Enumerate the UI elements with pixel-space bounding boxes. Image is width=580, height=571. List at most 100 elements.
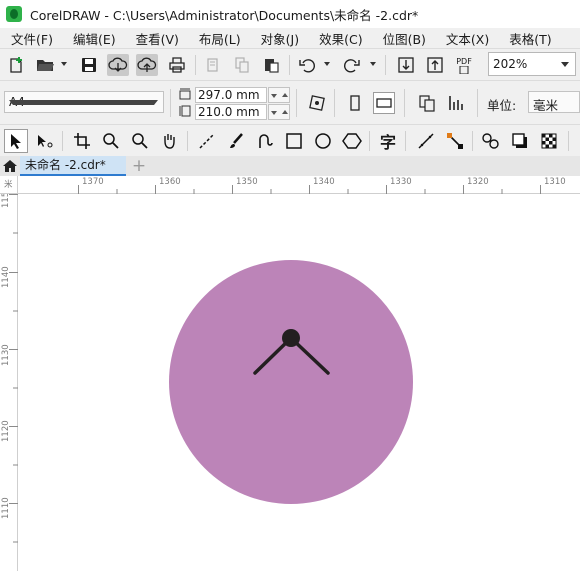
page-width-icon (179, 88, 191, 100)
landscape-button[interactable] (373, 92, 395, 114)
cloud-download-icon (108, 57, 128, 72)
export-button[interactable] (424, 54, 446, 76)
portrait-button[interactable] (344, 92, 366, 114)
toolbar-separator (195, 55, 196, 75)
artistic-media-tool[interactable] (224, 129, 248, 153)
units-select[interactable]: 毫米 (528, 91, 580, 113)
transparency-tool[interactable] (537, 129, 561, 153)
menu-text[interactable]: 文本(X) (435, 29, 489, 48)
page-height-input[interactable]: 210.0 mm (195, 104, 267, 120)
page-width-input[interactable]: 297.0 mm (195, 87, 267, 103)
chevron-down-icon (9, 100, 158, 105)
pan-tool[interactable] (157, 129, 181, 153)
new-document-button[interactable] (5, 54, 27, 76)
page-options-button[interactable] (306, 92, 328, 114)
cloud-download-button[interactable] (107, 54, 129, 76)
ruler-unit-label: 米 (4, 180, 13, 190)
menu-layout[interactable]: 布局(L) (188, 29, 241, 48)
menu-view[interactable]: 查看(V) (125, 29, 179, 48)
save-icon (82, 58, 96, 72)
zoom-dropdown-arrow-icon[interactable] (561, 62, 569, 67)
dimension-tool[interactable] (414, 129, 438, 153)
toolbar-separator (334, 89, 335, 117)
toolbar-separator (187, 131, 188, 151)
brush-icon (230, 133, 243, 148)
redo-dropdown-arrow-icon[interactable] (370, 62, 376, 66)
drawing-canvas[interactable] (19, 195, 580, 571)
cloud-upload-icon (137, 57, 157, 72)
menu-object[interactable]: 对象(J) (250, 29, 299, 48)
toolbar-separator (170, 89, 171, 117)
cloud-upload-button[interactable] (136, 54, 158, 76)
landscape-icon (376, 98, 392, 108)
zoom-out-tool[interactable] (128, 129, 152, 153)
print-button[interactable] (166, 54, 188, 76)
blend-tool[interactable] (479, 129, 503, 153)
ruler-origin-corner[interactable]: 米 (0, 176, 18, 194)
menu-table[interactable]: 表格(T) (498, 29, 551, 48)
horizontal-ruler[interactable]: 1370 1360 1350 1340 1330 1320 1310 (0, 176, 580, 194)
add-tab-button[interactable]: + (128, 156, 150, 176)
import-button[interactable] (395, 54, 417, 76)
redo-button[interactable] (341, 54, 363, 76)
open-dropdown-arrow-icon[interactable] (61, 62, 67, 66)
connector-tool[interactable] (443, 129, 467, 153)
ruler-label: 115 (1, 191, 11, 208)
vertical-ruler[interactable]: 115 1140 1130 1120 1110 (0, 176, 18, 571)
new-document-icon (10, 57, 22, 73)
toolbar-separator (477, 89, 478, 117)
page-width-spinner[interactable] (268, 87, 290, 103)
freehand-tool[interactable] (195, 129, 219, 153)
pdf-label: PDF (456, 56, 472, 66)
page-size-select[interactable]: A4 (4, 91, 164, 113)
toolbar-separator (369, 131, 370, 151)
ruler-label: 1130 (1, 344, 11, 366)
purple-circle-shape[interactable] (169, 260, 413, 504)
polygon-icon (342, 133, 362, 149)
undo-button[interactable] (296, 54, 318, 76)
title-bar: CorelDRAW - C:\Users\Administrator\Docum… (0, 0, 580, 28)
copy-button[interactable] (231, 54, 253, 76)
cut-button[interactable] (202, 54, 224, 76)
menu-file[interactable]: 文件(F) (0, 29, 53, 48)
units-label: 单位: (487, 98, 517, 113)
shape-tool[interactable] (33, 129, 57, 153)
tab-document[interactable]: 未命名 -2.cdr* (20, 156, 126, 176)
ruler-label: 1320 (467, 177, 489, 187)
menu-effects[interactable]: 效果(C) (308, 29, 362, 48)
publish-pdf-button[interactable]: PDF (453, 54, 475, 76)
undo-dropdown-arrow-icon[interactable] (324, 62, 330, 66)
pen-tool[interactable] (253, 129, 277, 153)
paste-icon (265, 59, 279, 73)
open-button[interactable] (34, 54, 56, 76)
drop-shadow-tool[interactable] (508, 129, 532, 153)
ellipse-tool[interactable] (311, 129, 335, 153)
save-button[interactable] (78, 54, 100, 76)
toolbar-separator (289, 55, 290, 75)
polygon-tool[interactable] (340, 129, 364, 153)
menu-bar: 文件(F) 编辑(E) 查看(V) 布局(L) 对象(J) 效果(C) 位图(B… (0, 28, 580, 48)
zoom-tool[interactable] (99, 129, 123, 153)
property-bar: A4 297.0 mm 210.0 mm 单位: 毫米 (0, 80, 580, 124)
clock-center-dot[interactable] (282, 329, 300, 347)
rectangle-tool[interactable] (282, 129, 306, 153)
ruler-label: 1330 (390, 177, 412, 187)
ruler-label: 1120 (1, 420, 11, 442)
page-height-spinner[interactable] (268, 104, 290, 120)
menu-edit[interactable]: 编辑(E) (62, 29, 116, 48)
transparency-icon (541, 133, 557, 149)
current-page-button[interactable] (445, 92, 467, 114)
text-tool[interactable]: 字 (376, 129, 400, 153)
paste-button[interactable] (260, 54, 282, 76)
pick-tool[interactable] (4, 129, 28, 153)
menu-bitmaps[interactable]: 位图(B) (372, 29, 426, 48)
toolbar-separator (472, 131, 473, 151)
pdf-icon (459, 65, 469, 74)
crop-icon (74, 133, 90, 149)
crop-tool[interactable] (70, 129, 94, 153)
zoom-level-combobox[interactable]: 202% (488, 52, 576, 76)
pointer-icon (11, 134, 21, 149)
home-tab[interactable] (0, 156, 20, 176)
all-pages-button[interactable] (416, 92, 438, 114)
page-height-icon (179, 105, 191, 117)
